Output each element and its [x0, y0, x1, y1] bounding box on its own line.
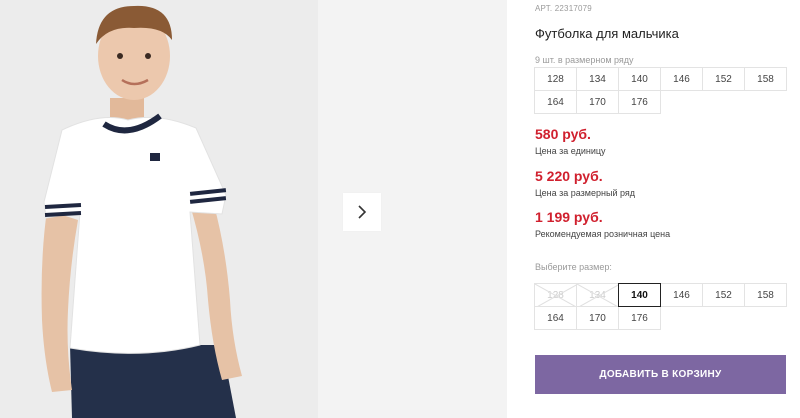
pack-size-cell: 128: [534, 67, 577, 91]
retail-price-note: Рекомендуемая розничная цена: [535, 229, 671, 239]
pack-size-cell: 158: [744, 67, 787, 91]
pack-size-cell: 140: [618, 67, 661, 91]
next-photo-button[interactable]: [343, 193, 381, 231]
choose-size-label: Выберите размер:: [535, 262, 612, 272]
chevron-right-icon: [358, 205, 367, 219]
size-selector: 128134140146152158 164170176: [534, 283, 790, 330]
size-option-176[interactable]: 176: [618, 306, 661, 330]
pack-size-cell: 134: [576, 67, 619, 91]
size-option-164[interactable]: 164: [534, 306, 577, 330]
size-option-128: 128: [534, 283, 578, 308]
size-option-140[interactable]: 140: [618, 283, 661, 307]
pack-size-grid: 128 134 140 146 152 158 164 170 176: [534, 67, 790, 114]
unavailable-cross-icon: [577, 284, 620, 308]
pack-size-cell: 170: [576, 90, 619, 114]
article-number: АРТ. 22317079: [535, 4, 592, 13]
product-title: Футболка для мальчика: [535, 26, 679, 41]
size-option-158[interactable]: 158: [744, 283, 787, 307]
size-option-146[interactable]: 146: [660, 283, 703, 307]
retail-price: 1 199 руб.: [535, 209, 603, 225]
unavailable-cross-icon: [535, 284, 578, 308]
pack-size-cell: 146: [660, 67, 703, 91]
pack-price: 5 220 руб.: [535, 168, 603, 184]
size-option-152[interactable]: 152: [702, 283, 745, 307]
unit-price-note: Цена за единицу: [535, 146, 606, 156]
unit-price: 580 руб.: [535, 126, 591, 142]
size-option-170[interactable]: 170: [576, 306, 619, 330]
pack-label: 9 шт. в размерном ряду: [535, 55, 634, 65]
product-photo[interactable]: [0, 0, 318, 418]
add-to-cart-button[interactable]: ДОБАВИТЬ В КОРЗИНУ: [535, 355, 786, 394]
pack-size-cell: 176: [618, 90, 661, 114]
boy-in-white-tshirt-photo: [0, 0, 318, 418]
size-option-134: 134: [576, 283, 620, 308]
pack-size-cell: 152: [702, 67, 745, 91]
pack-size-cell: 164: [534, 90, 577, 114]
product-gallery: [0, 0, 507, 418]
pack-price-note: Цена за размерный ряд: [535, 188, 636, 198]
